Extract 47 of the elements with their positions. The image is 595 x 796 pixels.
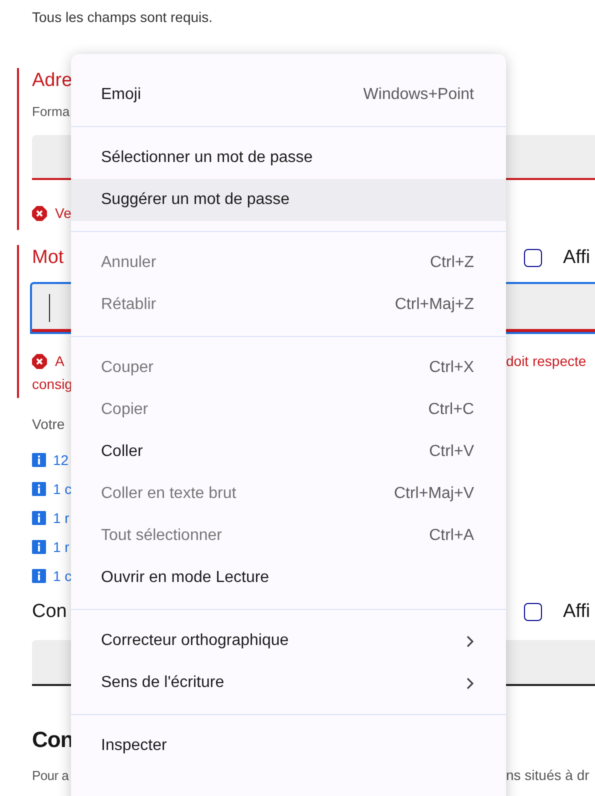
field-label: Mot [32, 247, 64, 269]
shortcut-text: Ctrl+C [428, 401, 474, 419]
menu-item[interactable]: Sélectionner un mot de passe [71, 137, 506, 179]
section-text: ns situés à dr [506, 767, 590, 783]
field-label: Adre [32, 70, 72, 92]
chevron-right-icon [466, 676, 474, 690]
section-text: Pour a [32, 768, 69, 782]
error-message: doit respecte [506, 353, 586, 369]
menu-item[interactable]: Sens de l'écriture [71, 662, 506, 704]
password-rule: 1 r [53, 510, 70, 526]
error-message: Ve [55, 205, 72, 221]
shortcut-text: Ctrl+Maj+Z [394, 296, 474, 314]
error-icon [32, 206, 47, 220]
info-icon [32, 510, 46, 524]
shortcut-text: Ctrl+Maj+V [394, 485, 474, 503]
shortcut-text: Ctrl+V [429, 443, 474, 461]
error-message: consig [32, 376, 72, 392]
show-checkbox[interactable] [524, 249, 542, 267]
info-icon [32, 452, 46, 466]
checkbox-label: Affi [563, 247, 590, 269]
info-icon [32, 540, 46, 554]
show-checkbox[interactable] [524, 603, 542, 621]
error-message: A [55, 353, 64, 369]
checkbox-label: Affi [563, 601, 590, 623]
info-icon [32, 568, 46, 582]
password-rule: 12 [53, 452, 69, 468]
shortcut-text: Windows+Point [363, 86, 474, 104]
menu-item[interactable]: Correcteur orthographique [71, 620, 506, 662]
password-rule: 1 c [53, 480, 72, 496]
chevron-right-icon [466, 634, 474, 648]
menu-item[interactable]: Suggérer un mot de passe [71, 179, 506, 221]
info-icon [32, 482, 46, 496]
menu-item[interactable]: Inspecter [71, 725, 506, 767]
field-label: Con [32, 601, 67, 623]
field-hint: Forma [32, 103, 71, 121]
shortcut-text: Ctrl+X [429, 359, 474, 377]
error-icon [32, 354, 47, 368]
shortcut-text: Ctrl+Z [430, 254, 474, 272]
password-rule: 1 r [53, 538, 70, 554]
shortcut-text: Ctrl+A [429, 527, 474, 545]
required-note: Tous les champs sont requis. [32, 8, 214, 27]
menu-item[interactable]: Coller Ctrl+V [71, 431, 506, 473]
menu-item[interactable]: Emoji Windows+Point [71, 74, 506, 116]
rules-intro: Votre [32, 416, 65, 432]
text-cursor [49, 294, 50, 322]
menu-item[interactable]: Ouvrir en mode Lecture [71, 557, 506, 599]
password-rule: 1 c [53, 568, 72, 584]
